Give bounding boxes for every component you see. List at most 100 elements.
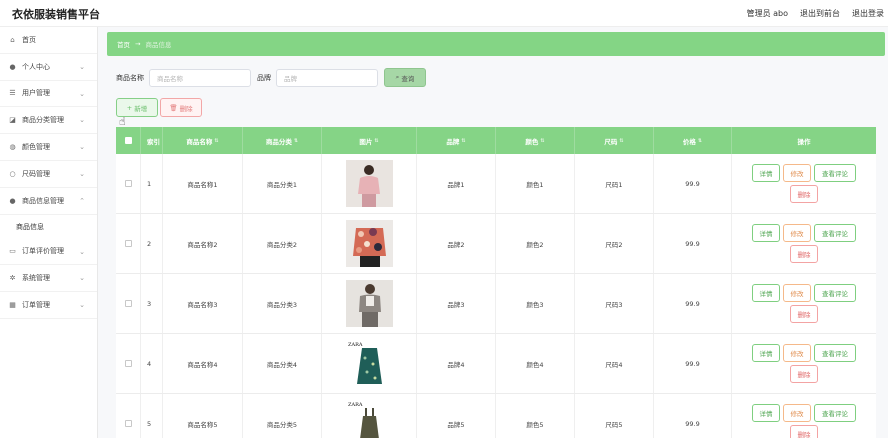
checkbox[interactable]: [124, 137, 132, 144]
sidebar-item-home[interactable]: ⌂ 首页: [0, 27, 97, 54]
sidebar-item-categories[interactable]: ◪ 商品分类管理 ⌄: [0, 107, 97, 135]
detail-button[interactable]: 详情: [752, 284, 780, 302]
cell-price: 99.9: [654, 394, 732, 438]
breadcrumb-home[interactable]: 首页: [117, 39, 130, 49]
chevron-down-icon: ⌄: [79, 143, 85, 152]
view-reviews-button[interactable]: 查看评论: [814, 284, 856, 302]
sort-icon[interactable]: ⇅: [374, 138, 378, 144]
checkbox[interactable]: [124, 180, 132, 187]
cell-ops: 详情 修改 查看评论 删除: [732, 334, 876, 393]
sort-icon[interactable]: ⇅: [540, 138, 544, 144]
cell-color: 颜色2: [496, 214, 575, 273]
sidebar-item-label: 用户管理: [22, 89, 50, 98]
header-color[interactable]: 颜色 ⇅: [496, 127, 575, 154]
row-select[interactable]: [116, 154, 141, 213]
sidebar: ⌂ 首页 ● 个人中心 ⌄ ☰ 用户管理 ⌄ ◪ 商品分类管理 ⌄ ◍ 颜色管理…: [0, 27, 98, 438]
name-search-input[interactable]: 商品名称: [149, 68, 251, 87]
sort-icon[interactable]: ⇅: [619, 138, 623, 144]
cell-color: 颜色5: [496, 394, 575, 438]
batch-delete-button[interactable]: 🗑 删除: [160, 98, 202, 117]
edit-button[interactable]: 修改: [783, 224, 811, 242]
row-select[interactable]: [116, 274, 141, 333]
detail-button[interactable]: 详情: [752, 224, 780, 242]
sidebar-subitem-product-info[interactable]: 商品信息: [0, 214, 97, 239]
cell-color: 颜色4: [496, 334, 575, 393]
product-image[interactable]: ZARA: [345, 340, 393, 387]
header-label: 商品分类: [265, 137, 292, 146]
row-select[interactable]: [116, 394, 141, 438]
header-brand[interactable]: 品牌 ⇅: [417, 127, 496, 154]
tag-icon: ◪: [9, 116, 16, 125]
header-price[interactable]: 价格 ⇅: [654, 127, 732, 154]
chevron-down-icon: ⌄: [79, 169, 85, 178]
edit-button[interactable]: 修改: [783, 344, 811, 362]
cell-color: 颜色3: [496, 274, 575, 333]
sidebar-item-users[interactable]: ☰ 用户管理 ⌄: [0, 81, 97, 108]
product-image[interactable]: [345, 280, 393, 327]
back-to-front-link[interactable]: 退出到前台: [800, 8, 840, 19]
brand-mark-text: ZARA: [348, 342, 363, 348]
sidebar-item-products[interactable]: ● 商品信息管理 ⌃: [0, 188, 97, 215]
product-image[interactable]: [345, 160, 393, 207]
cell-price: 99.9: [654, 334, 732, 393]
checkbox[interactable]: [124, 360, 132, 367]
sidebar-item-label: 个人中心: [22, 62, 50, 71]
delete-button[interactable]: 删除: [790, 365, 818, 383]
edit-button[interactable]: 修改: [783, 404, 811, 422]
checkbox[interactable]: [124, 300, 132, 307]
brand-search-input[interactable]: 品牌: [276, 68, 378, 87]
top-bar: 衣依服装销售平台 管理员 abo 退出到前台 退出登录: [0, 0, 888, 27]
delete-button[interactable]: 删除: [790, 305, 818, 323]
product-image[interactable]: [345, 220, 393, 267]
palette-icon: ◍: [9, 143, 16, 152]
view-reviews-button[interactable]: 查看评论: [814, 344, 856, 362]
sort-icon[interactable]: ⇅: [461, 138, 465, 144]
detail-button[interactable]: 详情: [752, 164, 780, 182]
row-select[interactable]: [116, 214, 141, 273]
sidebar-item-orders[interactable]: ▦ 订单管理 ⌄: [0, 292, 97, 319]
delete-button[interactable]: 删除: [790, 245, 818, 263]
comment-icon: ▭: [9, 247, 16, 256]
plus-icon: +: [126, 103, 133, 112]
sort-icon[interactable]: ⇅: [294, 138, 298, 144]
header-label: 图片: [359, 137, 373, 146]
header-category[interactable]: 商品分类 ⇅: [243, 127, 322, 154]
header-label: 颜色: [525, 137, 539, 146]
cell-category: 商品分类5: [243, 394, 322, 438]
sidebar-item-colors[interactable]: ◍ 颜色管理 ⌄: [0, 134, 97, 161]
cell-size: 尺码1: [575, 154, 654, 213]
checkbox[interactable]: [124, 420, 132, 427]
product-image[interactable]: ZARA: [345, 400, 393, 438]
sidebar-item-reviews[interactable]: ▭ 订单评价管理 ⌄: [0, 239, 97, 266]
header-label: 品牌: [446, 137, 460, 146]
cell-name: 商品名称5: [163, 394, 243, 438]
delete-button[interactable]: 删除: [790, 425, 818, 438]
sidebar-item-system[interactable]: ✲ 系统管理 ⌄: [0, 265, 97, 293]
checkbox[interactable]: [124, 240, 132, 247]
edit-button[interactable]: 修改: [783, 284, 811, 302]
sidebar-item-label: 颜色管理: [22, 143, 50, 152]
sidebar-item-sizes[interactable]: ○ 尺码管理 ⌄: [0, 161, 97, 188]
delete-button[interactable]: 删除: [790, 185, 818, 203]
view-reviews-button[interactable]: 查看评论: [814, 224, 856, 242]
edit-button[interactable]: 修改: [783, 164, 811, 182]
view-reviews-button[interactable]: 查看评论: [814, 404, 856, 422]
sort-icon[interactable]: ⇅: [698, 138, 702, 144]
sort-icon[interactable]: ⇅: [214, 138, 218, 144]
header-select-all[interactable]: [116, 127, 141, 154]
breadcrumb-current: 商品信息: [145, 41, 172, 49]
sidebar-item-label: 订单评价管理: [22, 247, 64, 256]
header-name[interactable]: 商品名称 ⇅: [163, 127, 243, 154]
detail-button[interactable]: 详情: [752, 404, 780, 422]
cell-index: 1: [141, 154, 163, 213]
sidebar-item-profile[interactable]: ● 个人中心 ⌄: [0, 54, 97, 81]
sidebar-item-label: 商品分类管理: [22, 116, 64, 125]
row-select[interactable]: [116, 334, 141, 393]
sidebar-item-label: 尺码管理: [22, 169, 50, 178]
view-reviews-button[interactable]: 查看评论: [814, 164, 856, 182]
header-picture[interactable]: 图片 ⇅: [322, 127, 417, 154]
logout-link[interactable]: 退出登录: [852, 8, 884, 19]
query-button[interactable]: ⌕ 查询: [384, 68, 426, 87]
header-size[interactable]: 尺码 ⇅: [575, 127, 654, 154]
detail-button[interactable]: 详情: [752, 344, 780, 362]
